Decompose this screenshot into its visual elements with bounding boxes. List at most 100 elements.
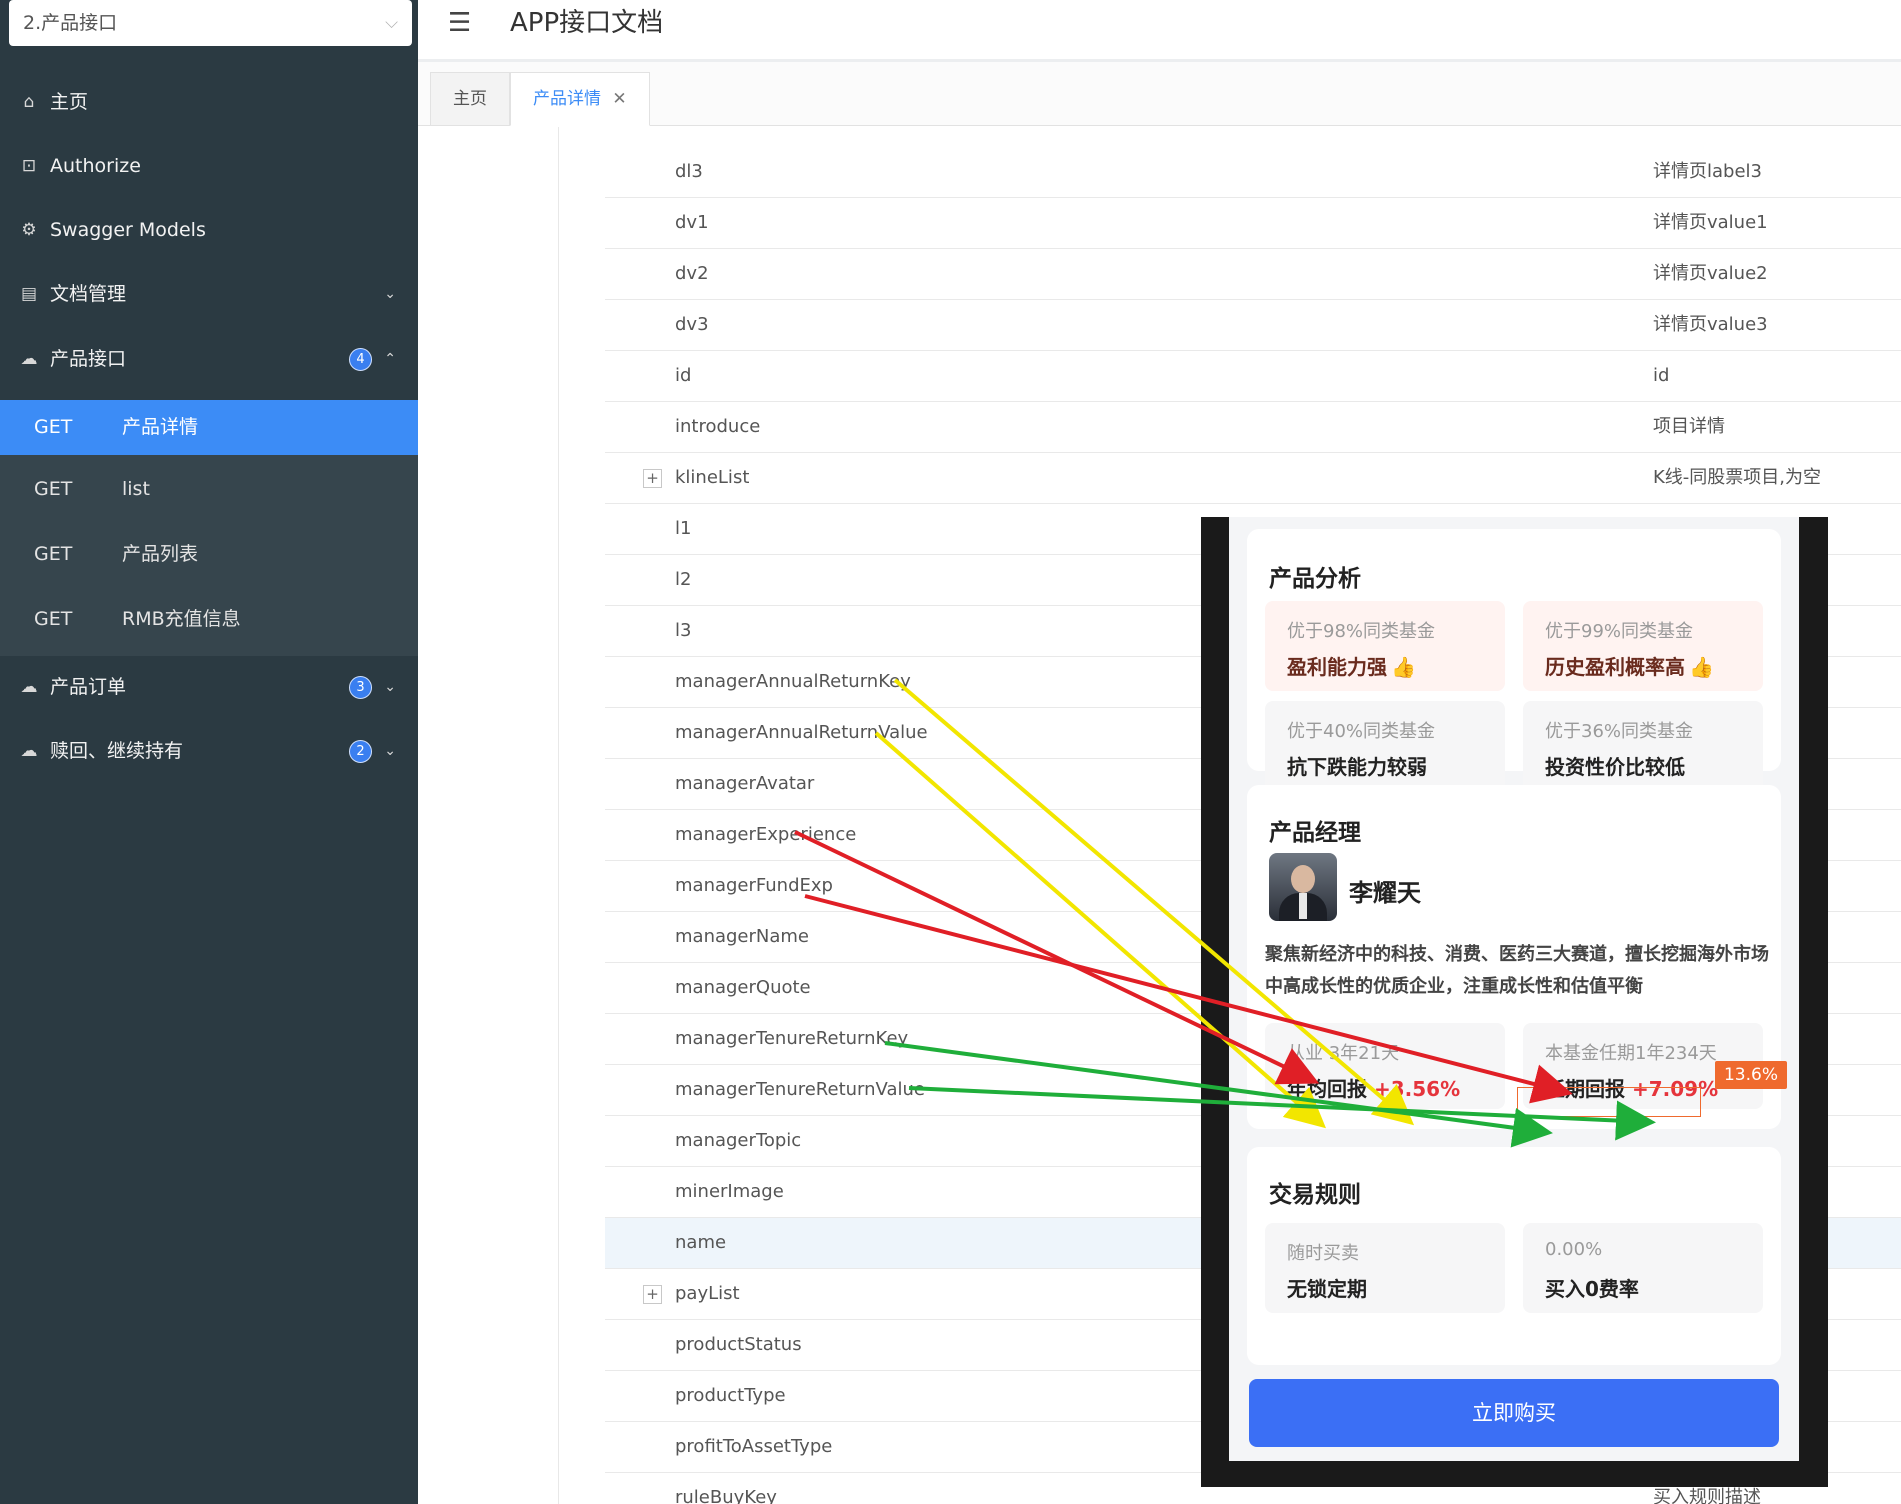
top-header: ☰ APP接口文档 <box>418 0 1901 62</box>
table-row: dv3 详情页value3 <box>605 300 1901 351</box>
submenu-item-list[interactable]: GET list <box>0 462 418 517</box>
analysis-tile: 优于40%同类基金 抗下跌能力较弱 <box>1265 701 1505 791</box>
analysis-tile: 优于98%同类基金 盈利能力强 👍 <box>1265 601 1505 691</box>
card-title: 产品分析 <box>1269 566 1361 592</box>
count-badge: 3 <box>349 676 372 699</box>
tile-label: 年均回报 <box>1287 1077 1367 1101</box>
table-row: dl3 详情页label3 <box>605 147 1901 198</box>
api-group-select[interactable]: 2.产品接口 ⌵ <box>9 0 412 46</box>
sidebar-item-label: Authorize <box>50 155 141 177</box>
phone-preview: 产品分析 优于98%同类基金 盈利能力强 👍 优于99%同类基金 历史盈利概率高 👍… <box>1201 517 1828 1487</box>
return-percent: +3.56% <box>1373 1077 1461 1101</box>
property-description: id <box>1653 365 1670 386</box>
analysis-card: 产品分析 优于98%同类基金 盈利能力强 👍 优于99%同类基金 历史盈利概率高 👍… <box>1247 529 1781 791</box>
avatar-head <box>1291 865 1315 893</box>
tab-home[interactable]: 主页 <box>430 72 510 126</box>
rule-tile: 0.00% 买入0费率 <box>1523 1223 1763 1313</box>
http-method: GET <box>34 416 73 438</box>
expand-icon[interactable]: + <box>643 469 662 488</box>
property-description: 详情页label3 <box>1653 161 1762 182</box>
product-api-submenu: GET 产品详情 GET list GET 产品列表 GET RMB充值信息 <box>0 400 418 656</box>
chevron-down-icon: ⌄ <box>384 679 396 695</box>
http-method: GET <box>34 478 73 500</box>
submenu-item-product-detail[interactable]: GET 产品详情 <box>0 400 418 455</box>
submenu-item-rmb-recharge[interactable]: GET RMB充值信息 <box>0 592 418 647</box>
property-name: payList <box>675 1283 740 1304</box>
tile-key: 随时买卖 <box>1287 1243 1359 1264</box>
sidebar-item-redeem-hold[interactable]: ☁ 赎回、继续持有 2 ⌄ <box>0 719 418 783</box>
selection-box <box>1517 1087 1701 1117</box>
avatar <box>1269 853 1337 921</box>
property-name: managerName <box>675 926 810 947</box>
property-name: managerExperience <box>675 824 857 845</box>
lock-icon: ⊡ <box>21 156 37 176</box>
property-name: l1 <box>675 518 692 539</box>
models-icon: ⚙ <box>21 220 37 240</box>
tab-product-detail[interactable]: 产品详情 ✕ <box>510 72 650 126</box>
sidebar-item-product-api[interactable]: ☁ 产品接口 4 ⌃ <box>0 327 418 391</box>
submenu-item-label: 产品详情 <box>122 416 199 438</box>
http-method: GET <box>34 543 73 565</box>
property-name: dv1 <box>675 212 709 233</box>
sidebar-item-label: 文档管理 <box>50 283 127 305</box>
tile-value: 抗下跌能力较弱 <box>1287 755 1427 779</box>
property-name: managerTenureReturnValue <box>675 1079 925 1100</box>
analysis-tile: 优于99%同类基金 历史盈利概率高 👍 <box>1523 601 1763 691</box>
property-name: productStatus <box>675 1334 802 1355</box>
chevron-up-icon: ⌃ <box>384 351 396 367</box>
tile-key: 优于98%同类基金 <box>1287 621 1436 642</box>
table-row: introduce 项目详情 <box>605 402 1901 453</box>
card-title: 交易规则 <box>1269 1182 1361 1208</box>
buy-now-button[interactable]: 立即购买 <box>1249 1379 1779 1447</box>
tile-value: 买入0费率 <box>1545 1277 1639 1301</box>
property-name: productType <box>675 1385 786 1406</box>
chevron-down-icon: ⌄ <box>384 286 396 302</box>
tab-label: 主页 <box>453 89 487 109</box>
menu-toggle-icon[interactable]: ☰ <box>448 8 471 38</box>
sidebar-item-home[interactable]: ⌂ 主页 <box>0 70 418 134</box>
tile-value: 历史盈利概率高 <box>1545 655 1685 679</box>
submenu-item-label: list <box>122 478 150 500</box>
property-name: managerQuote <box>675 977 811 998</box>
analysis-tile: 优于36%同类基金 投资性价比较低 <box>1523 701 1763 791</box>
count-badge: 2 <box>349 740 372 763</box>
count-badge: 4 <box>349 348 372 371</box>
manager-return-tile: 从业 3年21天 年均回报 +3.56% <box>1265 1023 1505 1109</box>
card-title: 产品经理 <box>1269 820 1361 846</box>
table-row: dv1 详情页value1 <box>605 198 1901 249</box>
rule-tile: 随时买卖 无锁定期 <box>1265 1223 1505 1313</box>
doc-settings-icon: ▤ <box>20 284 38 304</box>
sidebar: 2.产品接口 ⌵ ⌂ 主页 ⊡ Authorize ⚙ Swagger Mode… <box>0 0 418 1504</box>
sidebar-item-doc-management[interactable]: ▤ 文档管理 ⌄ <box>0 262 418 326</box>
property-name: dv2 <box>675 263 709 284</box>
manager-name: 李耀天 <box>1349 879 1421 907</box>
tile-key: 从业 3年21天 <box>1287 1043 1400 1064</box>
sidebar-item-authorize[interactable]: ⊡ Authorize <box>0 134 418 198</box>
table-row: + klineList K线-同股票项目,为空 <box>605 453 1901 504</box>
table-row: id id <box>605 351 1901 402</box>
sidebar-item-label: 赎回、继续持有 <box>50 740 184 762</box>
close-icon[interactable]: ✕ <box>612 89 626 109</box>
sidebar-item-label: 主页 <box>50 91 89 113</box>
property-name: dl3 <box>675 161 703 182</box>
tile-key: 0.00% <box>1545 1239 1603 1260</box>
property-description: 项目详情 <box>1653 416 1725 437</box>
property-name: id <box>675 365 692 386</box>
tile-value-wrap: 盈利能力强 👍 <box>1287 651 1416 680</box>
tile-key: 优于36%同类基金 <box>1545 721 1694 742</box>
thumbs-up-icon: 👍 <box>1391 655 1416 679</box>
property-description: 详情页value3 <box>1653 314 1768 335</box>
cloud-icon: ☁ <box>20 677 38 697</box>
tile-key: 优于99%同类基金 <box>1545 621 1694 642</box>
expand-icon[interactable]: + <box>643 1285 662 1304</box>
sidebar-item-product-orders[interactable]: ☁ 产品订单 3 ⌄ <box>0 655 418 719</box>
property-name: name <box>675 1232 727 1253</box>
tile-value-wrap: 历史盈利概率高 👍 <box>1545 651 1714 680</box>
tab-label: 产品详情 <box>533 89 601 109</box>
submenu-item-product-list[interactable]: GET 产品列表 <box>0 527 418 582</box>
sidebar-item-swagger-models[interactable]: ⚙ Swagger Models <box>0 198 418 262</box>
manager-card: 产品经理 李耀天 聚焦新经济中的科技、消费、医药三大赛道，擅长挖掘海外市场中高成… <box>1247 785 1781 1129</box>
tile-value-wrap: 年均回报 +3.56% <box>1287 1073 1460 1102</box>
api-group-select-value: 2.产品接口 <box>23 12 118 34</box>
property-name: managerTopic <box>675 1130 802 1151</box>
